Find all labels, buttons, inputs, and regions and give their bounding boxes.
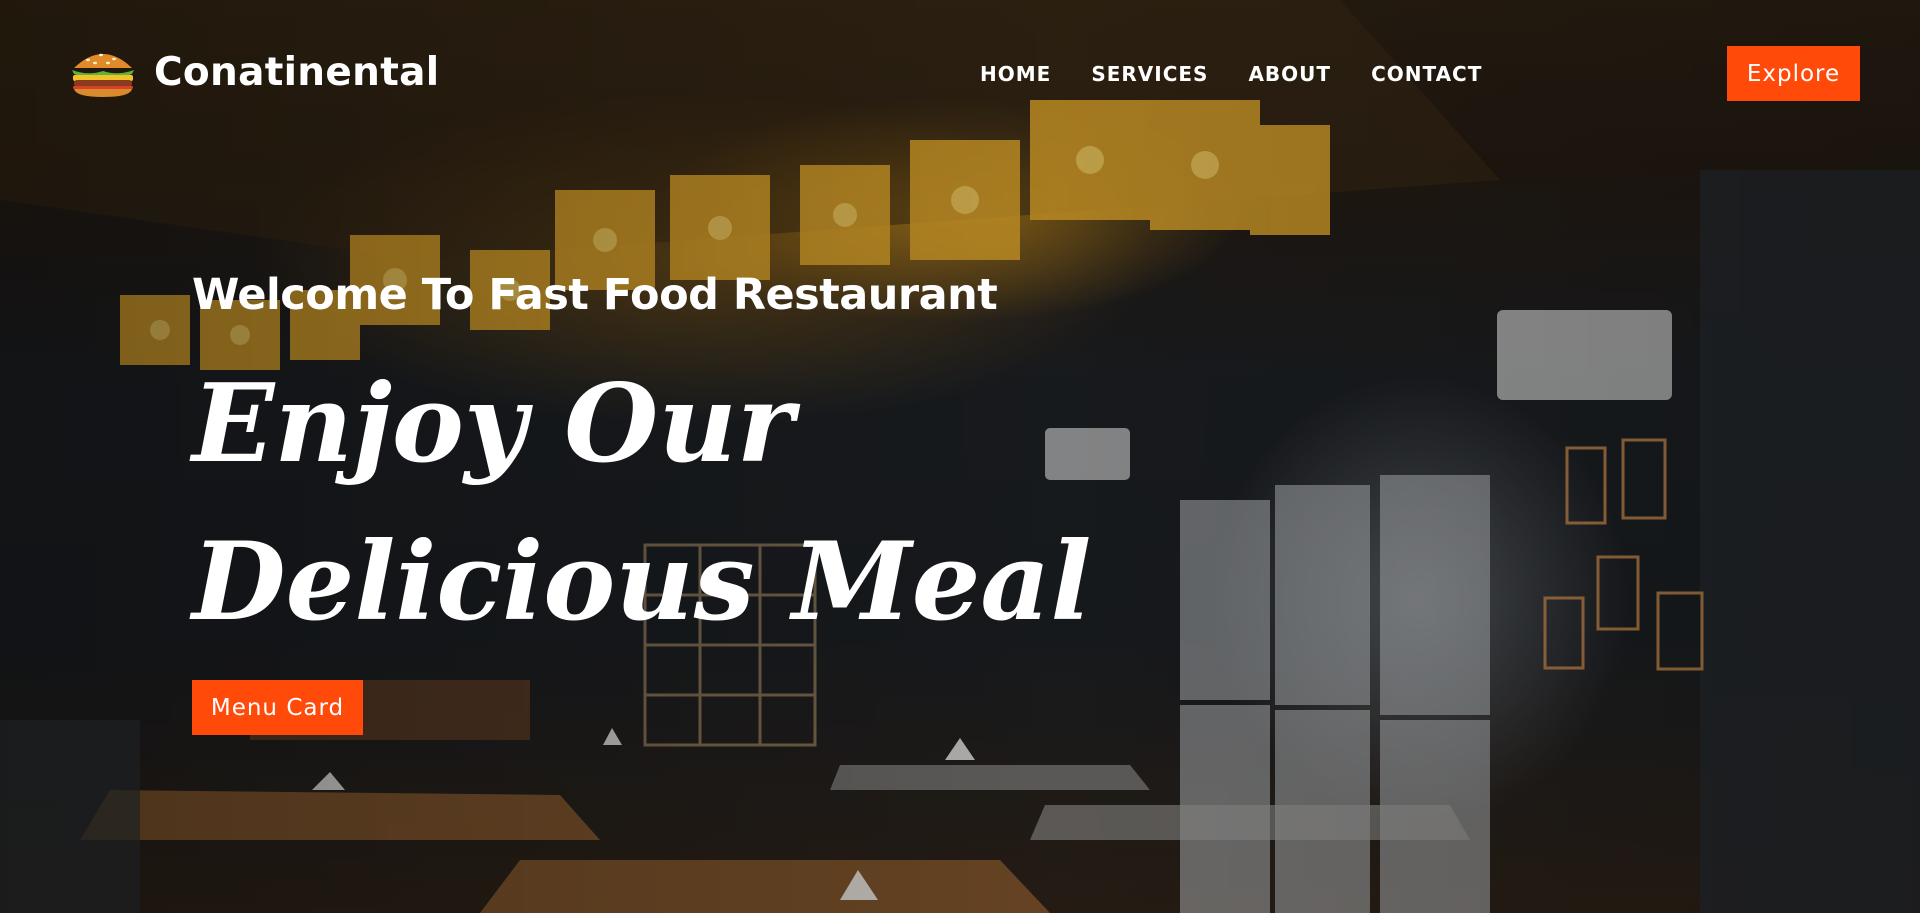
nav-item-contact[interactable]: CONTACT (1371, 62, 1482, 86)
nav-item-about[interactable]: ABOUT (1248, 62, 1331, 86)
site-header: Conatinental HOME SERVICES ABOUT CONTACT… (0, 0, 1920, 150)
brand-logo[interactable]: Conatinental (68, 46, 439, 98)
nav-item-services[interactable]: SERVICES (1091, 62, 1208, 86)
main-nav: HOME SERVICES ABOUT CONTACT (980, 62, 1482, 86)
burger-icon (72, 53, 134, 97)
hero-welcome-text: Welcome To Fast Food Restaurant (192, 270, 998, 320)
hero-headline-line1: Enjoy Our (192, 361, 794, 487)
hero-headline-line2: Delicious Meal (192, 519, 1092, 645)
nav-item-home[interactable]: HOME (980, 62, 1051, 86)
menu-card-button[interactable]: Menu Card (192, 680, 363, 735)
explore-button[interactable]: Explore (1727, 46, 1860, 101)
brand-name: Conatinental (154, 49, 440, 95)
